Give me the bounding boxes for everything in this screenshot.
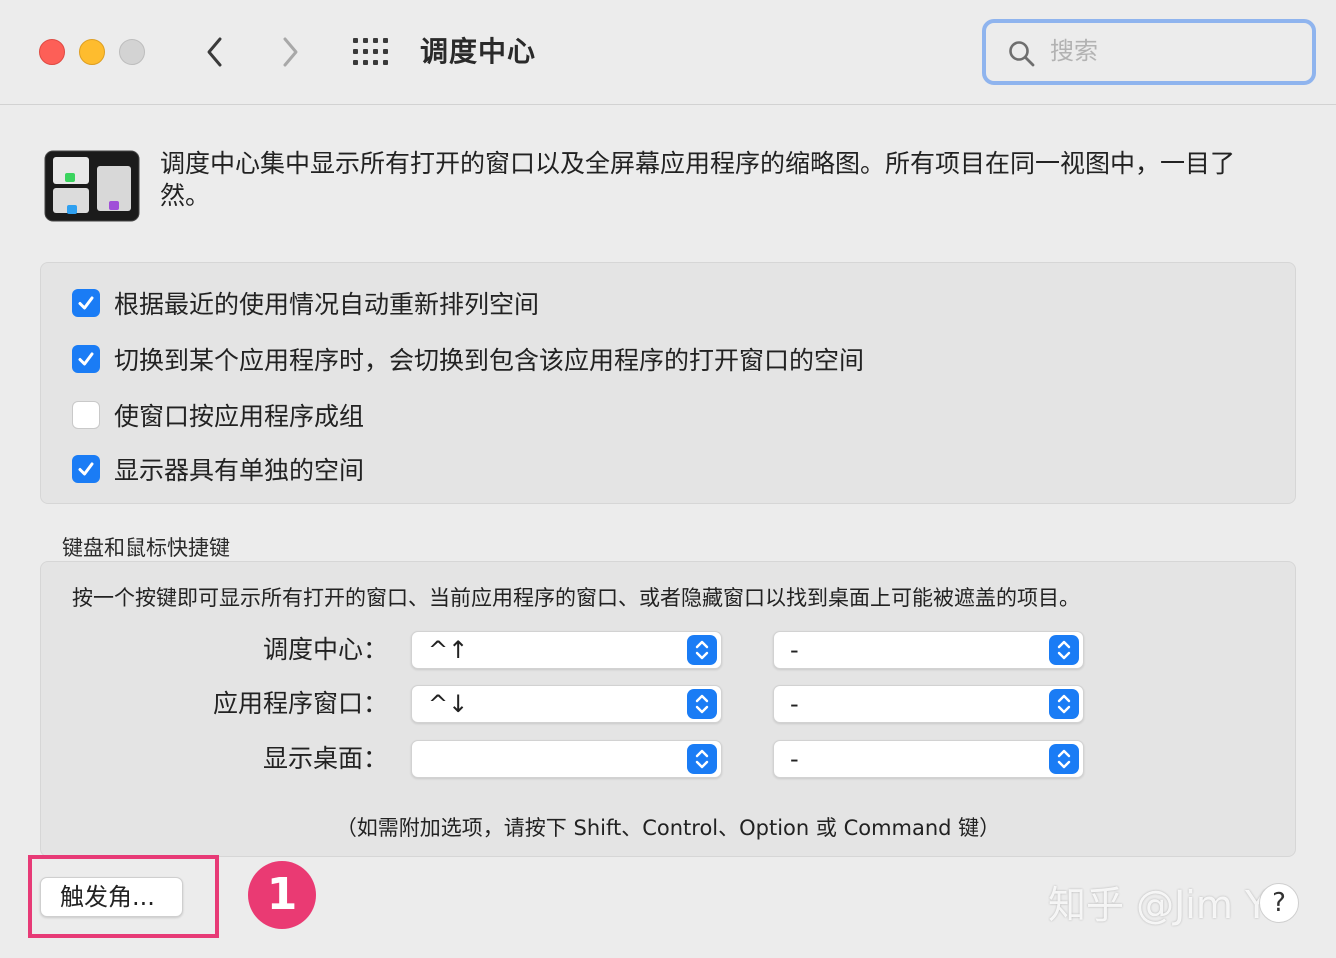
search-icon: [1009, 41, 1035, 67]
option-group-windows[interactable]: 使窗口按应用程序成组: [72, 395, 364, 435]
description-text: 调度中心集中显示所有打开的窗口以及全屏幕应用程序的缩略图。所有项目在同一视图中，…: [160, 149, 1236, 210]
annotation-highlight-box: [28, 855, 219, 938]
up-down-chevron-icon: [1049, 689, 1079, 719]
shortcut-label-mission-control: 调度中心：: [262, 635, 388, 664]
minimize-window-button[interactable]: [79, 39, 105, 65]
popup-value: -: [790, 636, 799, 664]
search-placeholder: 搜索: [1050, 37, 1098, 65]
zoom-window-button[interactable]: [119, 39, 145, 65]
mission-control-app-icon: [44, 150, 140, 222]
annotation-step-badge: 1: [248, 861, 316, 929]
checkmark-icon: [78, 296, 94, 310]
checkmark-icon: [78, 352, 94, 366]
popup-value: -: [790, 690, 799, 718]
popup-value: -: [790, 745, 799, 773]
popup-value: ^↑: [428, 636, 469, 664]
grid-icon: [353, 38, 388, 65]
app-windows-keyboard-popup[interactable]: ^↓: [411, 685, 722, 723]
option-rearrange-spaces[interactable]: 根据最近的使用情况自动重新排列空间: [72, 283, 539, 323]
up-down-chevron-icon: [1049, 635, 1079, 665]
option-switch-to-space[interactable]: 切换到某个应用程序时，会切换到包含该应用程序的打开窗口的空间: [72, 339, 864, 379]
watermark: 知乎 @Jim Ye: [1048, 883, 1287, 927]
close-window-button[interactable]: [39, 39, 65, 65]
search-field[interactable]: 搜索: [982, 19, 1316, 85]
title-bar: 调度中心 搜索: [0, 0, 1336, 105]
popup-value: ^↓: [428, 690, 469, 718]
checkmark-icon: [78, 462, 94, 476]
checkbox[interactable]: [72, 401, 100, 429]
back-button[interactable]: [197, 33, 233, 71]
show-all-grid-button[interactable]: [352, 37, 390, 67]
shortcut-label-app-windows: 应用程序窗口：: [212, 689, 388, 718]
up-down-chevron-icon: [687, 744, 717, 774]
up-down-chevron-icon: [1049, 744, 1079, 774]
chevron-right-icon: [283, 37, 298, 67]
option-label: 使窗口按应用程序成组: [114, 402, 365, 431]
checkbox[interactable]: [72, 345, 100, 373]
mission-control-mouse-popup[interactable]: -: [773, 631, 1084, 669]
app-windows-mouse-popup[interactable]: -: [773, 685, 1084, 723]
shortcuts-description: 按一个按键即可显示所有打开的窗口、当前应用程序的窗口、或者隐藏窗口以找到桌面上可…: [72, 586, 1080, 610]
chevron-left-icon: [207, 37, 222, 67]
option-label: 切换到某个应用程序时，会切换到包含该应用程序的打开窗口的空间: [114, 346, 865, 375]
option-separate-spaces[interactable]: 显示器具有单独的空间: [72, 449, 364, 489]
option-label: 显示器具有单独的空间: [114, 456, 365, 485]
checkbox[interactable]: [72, 289, 100, 317]
help-button[interactable]: ?: [1259, 883, 1299, 923]
modifier-keys-note: （如需附加选项，请按下 Shift、Control、Option 或 Comma…: [335, 816, 1001, 840]
show-desktop-mouse-popup[interactable]: -: [773, 740, 1084, 778]
mission-control-keyboard-popup[interactable]: ^↑: [411, 631, 722, 669]
checkbox[interactable]: [72, 455, 100, 483]
shortcut-label-show-desktop: 显示桌面：: [262, 744, 388, 773]
shortcuts-section-title: 键盘和鼠标快捷键: [62, 536, 230, 560]
up-down-chevron-icon: [687, 689, 717, 719]
window-title: 调度中心: [420, 35, 537, 68]
forward-button[interactable]: [272, 33, 308, 71]
show-desktop-keyboard-popup[interactable]: [411, 740, 722, 778]
up-down-chevron-icon: [687, 635, 717, 665]
option-label: 根据最近的使用情况自动重新排列空间: [114, 290, 540, 319]
